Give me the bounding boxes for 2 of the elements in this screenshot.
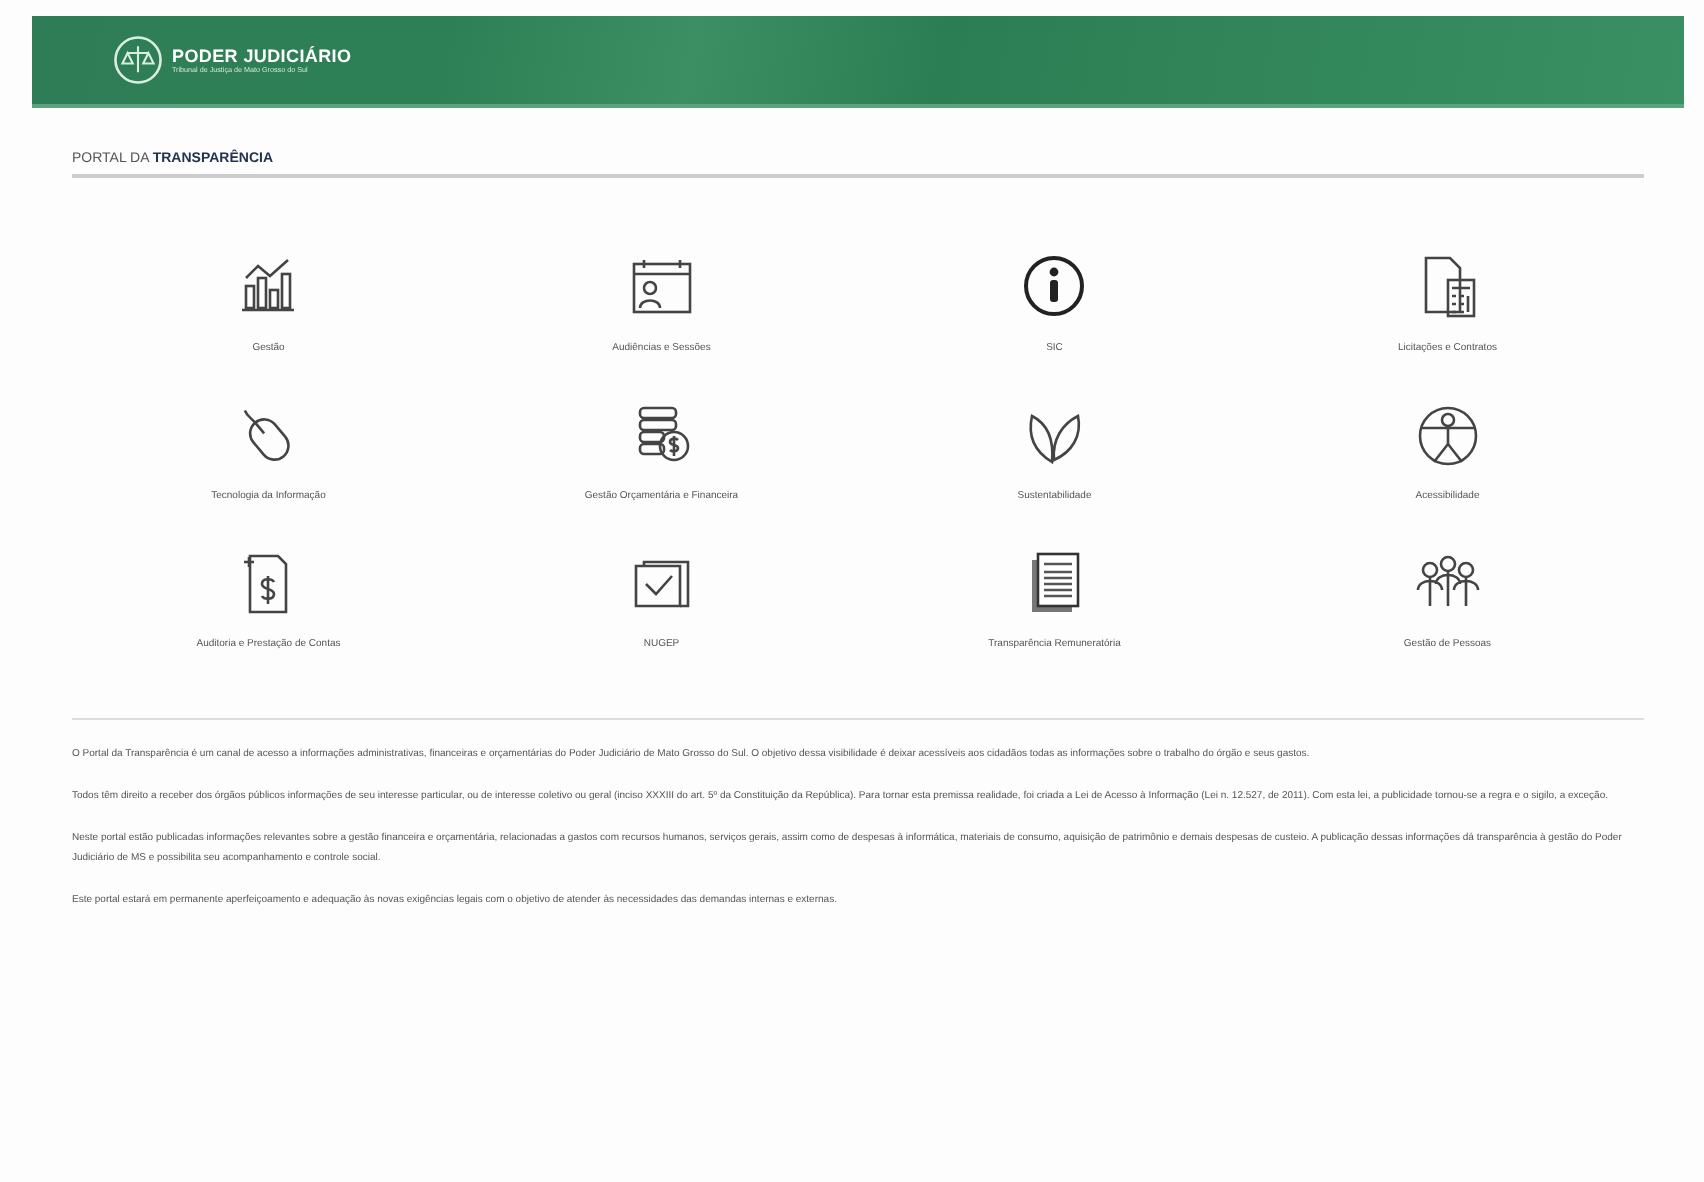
emblem-icon — [112, 34, 164, 86]
logo-title: PODER JUDICIÁRIO — [172, 46, 352, 66]
